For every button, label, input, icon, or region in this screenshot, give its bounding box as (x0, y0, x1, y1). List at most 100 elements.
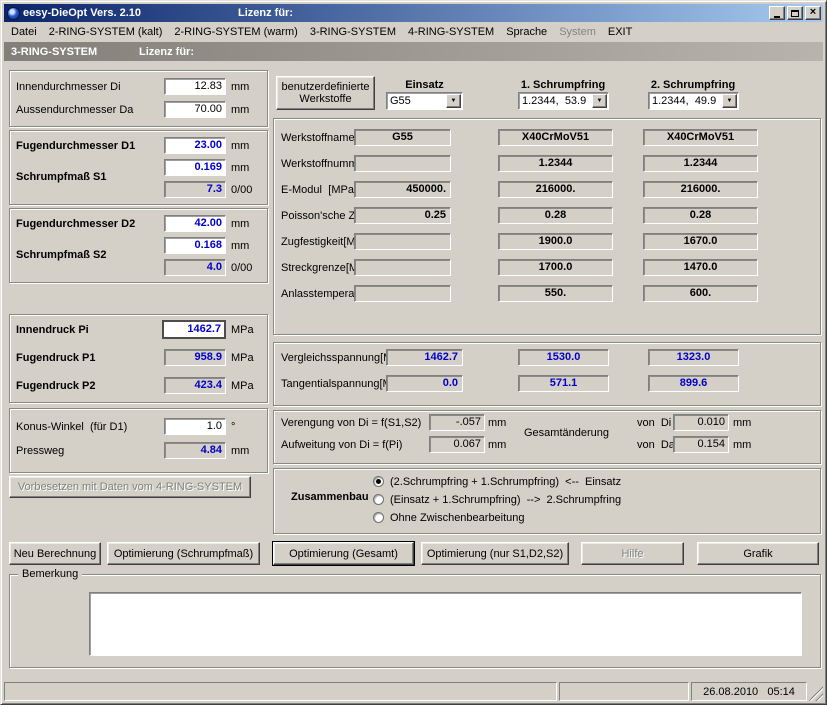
material-select-einsatz[interactable]: G55 ▼ (386, 92, 463, 110)
aufweitung-label: Aufweitung von Di = f(Pi) (281, 439, 402, 452)
fugendurchmesser-d2-input[interactable]: 42.00 (164, 215, 226, 232)
streckgrenze-ring2: 1470.0 (643, 259, 758, 276)
bemerkung-textarea[interactable] (89, 592, 802, 656)
chevron-down-icon[interactable]: ▼ (722, 94, 737, 108)
titlebar-license-label: Lizenz für: (238, 7, 293, 19)
zugfestigkeit-row-label: Zugfestigkeit[MPa] (281, 236, 357, 249)
chevron-down-icon[interactable]: ▼ (592, 94, 607, 108)
emodul-row-label: E-Modul [MPa] (281, 184, 357, 197)
anlasstemperatur-row-label: Anlasstemperatur[°C] (281, 288, 357, 301)
aussendurchmesser-label: Aussendurchmesser Da (16, 104, 133, 117)
poisson-ring2: 0.28 (643, 207, 758, 224)
close-button[interactable]: × (805, 6, 821, 20)
zusammenbau-radio-1[interactable] (373, 476, 384, 487)
streckgrenze-ring1: 1700.0 (498, 259, 613, 276)
vergleichsspannung-ring2: 1323.0 (648, 349, 739, 366)
aussendurchmesser-unit: mm (231, 104, 249, 117)
werkstoffnummer-ring1: 1.2344 (498, 155, 613, 172)
fugendurchmesser-d2-unit: mm (231, 218, 249, 231)
row-unit: [MPa] (328, 184, 357, 197)
innendruck-pi-label: Innendruck Pi (16, 324, 89, 337)
menu-3ring[interactable]: 3-RING-SYSTEM (304, 23, 402, 41)
app-window: eesy-DieOpt Vers. 2.10 Lizenz für: × Dat… (0, 0, 827, 705)
material-select-einsatz-value: G55 (387, 95, 446, 107)
titlebar: eesy-DieOpt Vers. 2.10 Lizenz für: × (4, 4, 823, 22)
optimierung-schrumpfmass-button[interactable]: Optimierung (Schrumpfmaß) (107, 542, 260, 565)
minimize-button[interactable] (769, 6, 785, 20)
menu-system: System (553, 23, 602, 41)
materials-groupbox (273, 118, 821, 335)
fugendruck-p1-label: Fugendruck P1 (16, 352, 95, 365)
bemerkung-label: Bemerkung (18, 568, 82, 581)
werkstoffname-ring1: X40CrMoV51 (498, 129, 613, 146)
fugendruck-p1-unit: MPa (231, 352, 254, 365)
custom-materials-button[interactable]: benutzerdefinierte Werkstoffe (276, 76, 375, 110)
schrumpfmass-s1-unit: mm (231, 162, 249, 175)
menu-2ring-warm[interactable]: 2-RING-SYSTEM (warm) (168, 23, 303, 41)
werkstoffnummer-einsatz (354, 155, 451, 172)
schrumpfmass-s2-input[interactable]: 0.168 (164, 237, 226, 254)
emodul-ring2: 216000. (643, 181, 758, 198)
neu-berechnung-button[interactable]: Neu Berechnung (9, 542, 101, 565)
window-controls: × (769, 6, 821, 20)
maximize-button[interactable] (787, 6, 803, 20)
streckgrenze-einsatz (354, 259, 451, 276)
material-select-schrumpfring1[interactable]: 1.2344, 53.9 ▼ (518, 92, 609, 110)
schrumpfmass-s2-ratio-unit: 0/00 (231, 262, 252, 275)
row-label: Streckgrenze (281, 262, 346, 275)
werkstoffname-row-label: Werkstoffname (281, 132, 357, 145)
chevron-down-icon[interactable]: ▼ (446, 94, 461, 108)
gesamtaenderung-label: Gesamtänderung (519, 427, 614, 440)
pressweg-field: 4.84 (164, 442, 226, 459)
zusammenbau-option-1-label: (2.Schrumpfring + 1.Schrumpfring) <-- Ei… (390, 476, 621, 489)
status-pane-main (4, 682, 557, 701)
aussendurchmesser-input[interactable]: 70.00 (164, 101, 226, 118)
client-area: Innendurchmesser Di 12.83 mm Aussendurch… (4, 61, 823, 677)
fugendurchmesser-d2-label: Fugendurchmesser D2 (16, 218, 135, 231)
zugfestigkeit-ring2: 1670.0 (643, 233, 758, 250)
konus-winkel-input[interactable]: 1.0 (164, 418, 226, 435)
material-select-schrumpfring2-value: 1.2344, 49.9 (649, 95, 722, 107)
anlasstemperatur-ring1: 550. (498, 285, 613, 302)
von-da-value: 0.154 (673, 436, 729, 453)
tangentialspannung-einsatz: 0.0 (386, 375, 463, 392)
innendruck-pi-field[interactable]: 1462.7 (162, 320, 226, 339)
fugendurchmesser-d1-input[interactable]: 23.00 (164, 137, 226, 154)
vergleichsspannung-label: Vergleichsspannung[MPa] (281, 352, 382, 365)
menu-sprache[interactable]: Sprache (500, 23, 553, 41)
menu-4ring[interactable]: 4-RING-SYSTEM (402, 23, 500, 41)
fugendurchmesser-d1-unit: mm (231, 140, 249, 153)
fugendruck-p1-field: 958.9 (164, 349, 226, 366)
von-di-value: 0.010 (673, 414, 729, 431)
zusammenbau-option-3-label: Ohne Zwischenbearbeitung (390, 512, 525, 525)
innendurchmesser-input[interactable]: 12.83 (164, 78, 226, 95)
row-label: E-Modul (281, 184, 322, 197)
material-select-schrumpfring2[interactable]: 1.2344, 49.9 ▼ (648, 92, 739, 110)
verengung-label: Verengung von Di = f(S1,S2) (281, 417, 421, 430)
aufweitung-unit: mm (488, 439, 506, 452)
menu-exit[interactable]: EXIT (602, 23, 638, 41)
column-header-einsatz: Einsatz (386, 79, 463, 91)
menu-datei[interactable]: Datei (5, 23, 43, 41)
tangentialspannung-ring2: 899.6 (648, 375, 739, 392)
menubar: Datei 2-RING-SYSTEM (kalt) 2-RING-SYSTEM… (4, 22, 823, 42)
emodul-einsatz: 450000. (354, 181, 451, 198)
resize-grip[interactable] (809, 682, 823, 701)
zusammenbau-radio-2[interactable] (373, 494, 384, 505)
schrumpfmass-s1-ratio-unit: 0/00 (231, 184, 252, 197)
column-header-schrumpfring1: 1. Schrumpfring (503, 79, 623, 91)
menu-2ring-kalt[interactable]: 2-RING-SYSTEM (kalt) (43, 23, 169, 41)
schrumpfmass-s1-input[interactable]: 0.169 (164, 159, 226, 176)
werkstoffname-einsatz: G55 (354, 129, 451, 146)
status-pane-secondary (559, 682, 689, 701)
fugendruck-p2-unit: MPa (231, 380, 254, 393)
optimierung-gesamt-button[interactable]: Optimierung (Gesamt) (273, 542, 414, 565)
fugendruck-p2-label: Fugendruck P2 (16, 380, 95, 393)
poisson-row-label: Poisson'sche Zahl[ - ] (281, 210, 357, 223)
grafik-button[interactable]: Grafik (697, 542, 819, 565)
schrumpfmass-s2-ratio: 4.0 (164, 259, 226, 276)
pressweg-label: Pressweg (16, 445, 64, 458)
fugendruck-p2-field: 423.4 (164, 377, 226, 394)
zusammenbau-radio-3[interactable] (373, 512, 384, 523)
optimierung-s1d2s2-button[interactable]: Optimierung (nur S1,D2,S2) (421, 542, 569, 565)
